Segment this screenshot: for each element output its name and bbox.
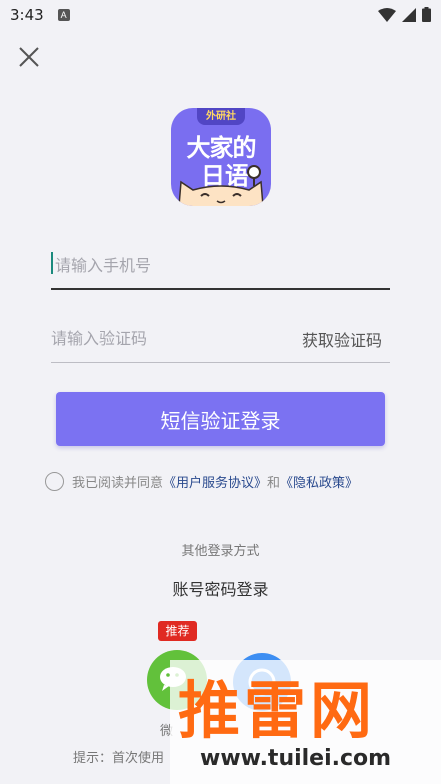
logo-publisher-tag: 外研社 <box>197 108 245 125</box>
close-icon <box>19 47 39 67</box>
watermark-logo-text: 推雷网 <box>178 674 377 747</box>
code-field[interactable]: 获取验证码 <box>51 313 390 363</box>
status-icons <box>378 7 431 22</box>
signal-icon <box>402 7 416 22</box>
magnifier-icon <box>247 165 261 186</box>
agree-radio[interactable] <box>45 471 64 491</box>
status-bar: 3:43 A <box>0 0 441 30</box>
battery-icon <box>422 7 431 22</box>
user-agreement-link[interactable]: 《用户服务协议》 <box>163 472 267 491</box>
account-password-login-link[interactable]: 账号密码登录 <box>0 576 441 600</box>
app-logo: 外研社 大家的 日语 <box>171 108 271 206</box>
notification-icon: A <box>57 9 70 21</box>
close-button[interactable] <box>14 42 44 72</box>
first-use-tip: 提示：首次使用 <box>73 751 165 766</box>
agreement-row: 我已阅读并同意 《用户服务协议》 和 《隐私政策》 <box>45 470 358 492</box>
phone-input[interactable] <box>55 250 285 280</box>
agreement-and: 和 <box>267 475 281 491</box>
text-cursor <box>51 252 53 274</box>
privacy-policy-link[interactable]: 《隐私政策》 <box>280 472 358 491</box>
agreement-prefix: 我已阅读并同意 <box>72 475 164 491</box>
phone-field[interactable] <box>51 240 390 290</box>
verification-code-input[interactable] <box>51 323 281 353</box>
get-code-button[interactable]: 获取验证码 <box>302 327 382 351</box>
status-time: 3:43 <box>10 6 44 24</box>
wifi-icon <box>378 7 396 22</box>
recommend-badge: 推荐 <box>158 621 197 641</box>
watermark-url: www.tuilei.com <box>200 746 392 771</box>
sms-login-button[interactable]: 短信验证登录 <box>56 392 385 446</box>
other-login-title: 其他登录方式 <box>181 544 260 559</box>
